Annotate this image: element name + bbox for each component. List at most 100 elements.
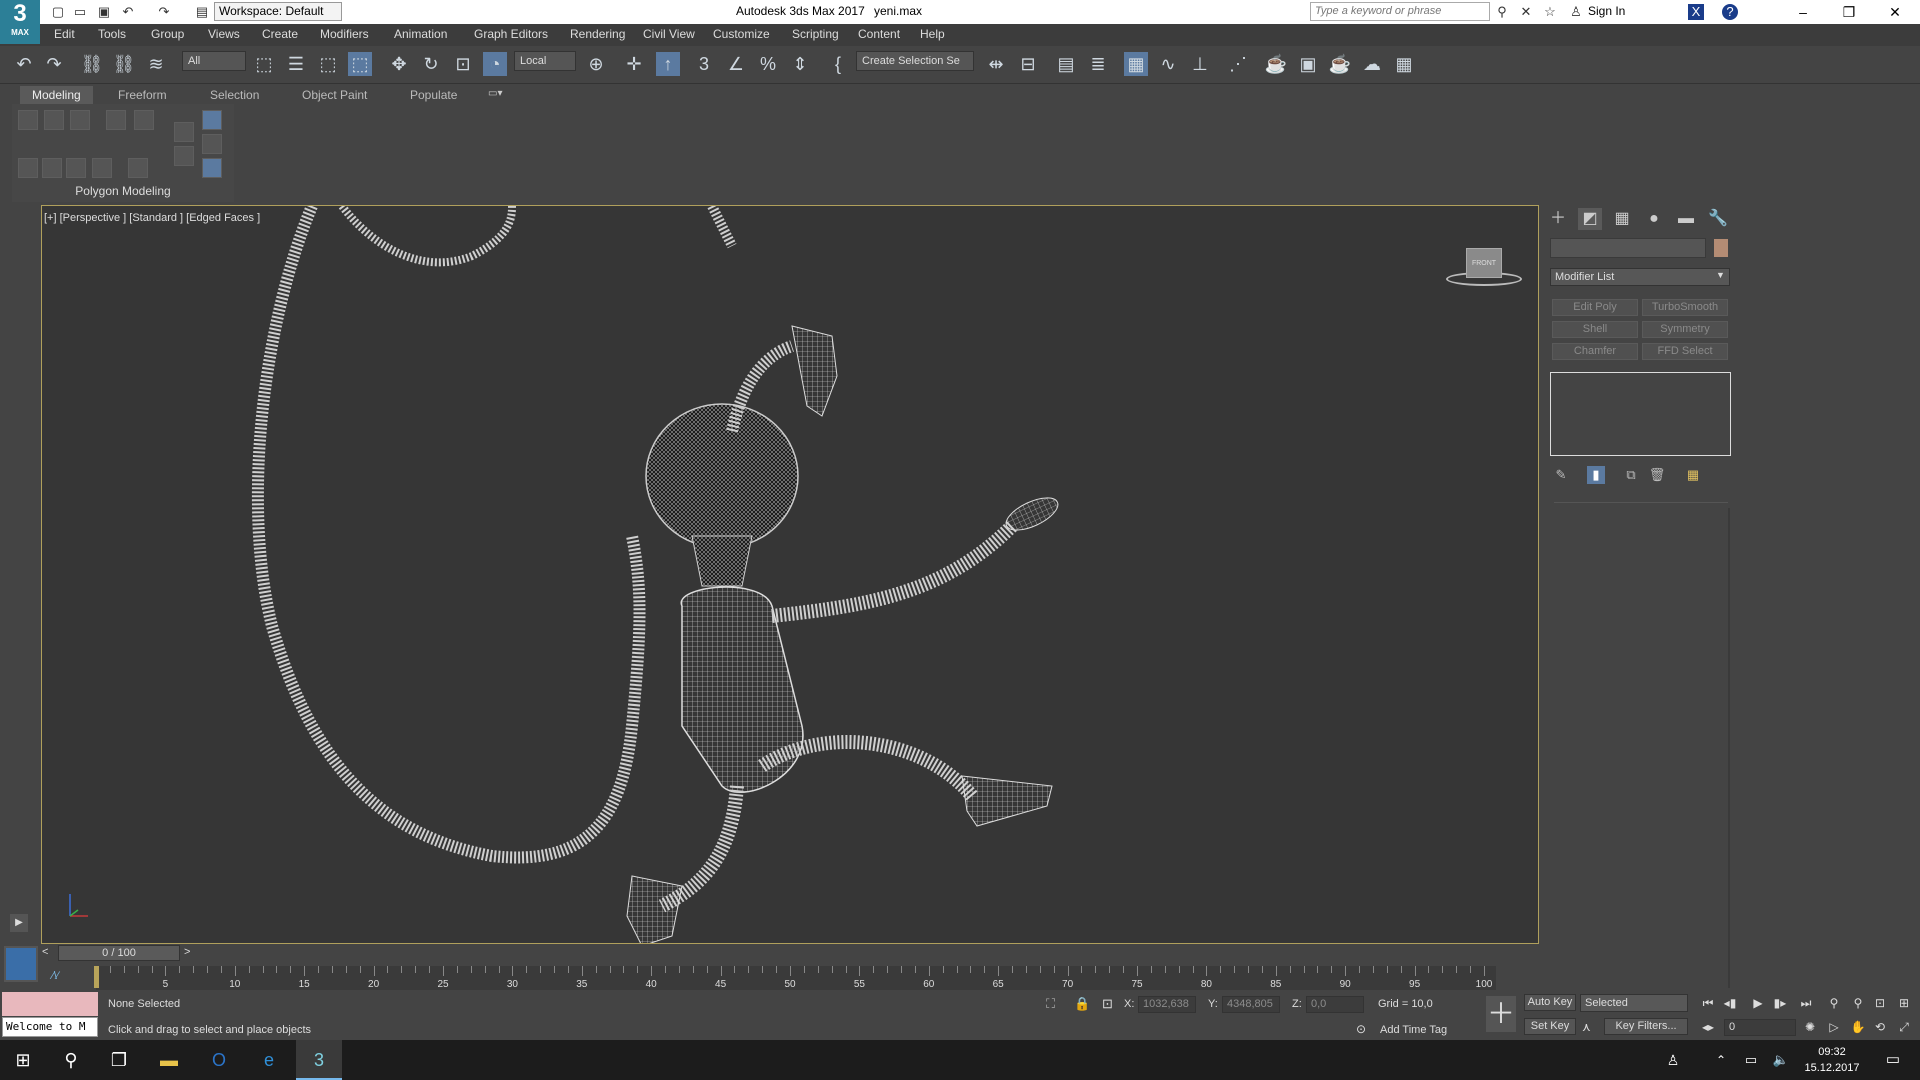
reference-coordinate-dropdown[interactable]: Local — [514, 51, 576, 71]
show-hidden-icons-icon[interactable]: ⌃ — [1706, 1040, 1736, 1080]
workspace-dropdown[interactable]: Workspace: Default — [214, 2, 342, 21]
start-windows-icon[interactable]: ⊞ — [0, 1040, 46, 1080]
utilities-tab-icon[interactable]: 🔧 — [1706, 208, 1730, 230]
vertex-mode-icon[interactable] — [18, 110, 38, 130]
remove-modifier-icon[interactable]: 🗑 — [1648, 466, 1666, 484]
repeat-last-icon[interactable] — [66, 158, 86, 178]
menu-graph-editors[interactable]: Graph Editors — [474, 27, 548, 41]
help-icon[interactable]: ? — [1722, 4, 1738, 20]
menu-modifiers[interactable]: Modifiers — [320, 27, 369, 41]
outlook-icon[interactable]: O — [196, 1040, 242, 1080]
play-icon[interactable]: ▶ — [1748, 994, 1768, 1012]
scale-icon[interactable]: ⊡ — [451, 52, 475, 76]
keyboard-shortcut-override-icon[interactable]: ↑ — [656, 52, 680, 76]
next-frame-icon[interactable]: ▮▸ — [1770, 994, 1790, 1012]
snaps-toggle-icon[interactable]: 3 — [692, 52, 716, 76]
object-name-field[interactable] — [1550, 238, 1706, 258]
ribbon-tab-modeling[interactable]: Modeling — [20, 86, 93, 104]
hierarchy-tab-icon[interactable]: ▦ — [1610, 208, 1634, 230]
network-icon[interactable]: ▭ — [1736, 1040, 1766, 1080]
material-editor-icon[interactable]: ⋰ — [1226, 52, 1250, 76]
named-selection-set-dropdown[interactable]: Create Selection Se — [856, 51, 974, 71]
polygon-modeling-panel-label[interactable]: Polygon Modeling — [12, 184, 234, 198]
undo-icon[interactable]: ↶ — [12, 52, 36, 76]
menu-customize[interactable]: Customize — [713, 27, 770, 41]
modifier-stack-list[interactable] — [1550, 372, 1731, 456]
menu-content[interactable]: Content — [858, 27, 900, 41]
align-icon[interactable]: ⊟ — [1016, 52, 1040, 76]
layer-explorer-icon[interactable]: ≣ — [1086, 52, 1110, 76]
show-end-result-icon[interactable] — [202, 134, 222, 154]
show-end-result-icon[interactable]: ▮ — [1587, 466, 1605, 484]
perspective-viewport[interactable] — [41, 205, 1539, 944]
unlink-icon[interactable]: ⛓ — [112, 52, 136, 76]
link-icon[interactable]: ⛓ — [80, 52, 104, 76]
maxscript-output[interactable]: Welcome to M — [2, 1017, 98, 1037]
rendered-frame-window-icon[interactable]: ▣ — [1296, 52, 1320, 76]
scene-explorer-icon[interactable]: ▤ — [1054, 52, 1078, 76]
menu-scripting[interactable]: Scripting — [792, 27, 839, 41]
track-playhead[interactable] — [94, 966, 99, 988]
modifier-list-dropdown[interactable]: Modifier List — [1550, 268, 1730, 286]
absolute-mode-icon[interactable]: ⊡ — [1102, 996, 1113, 1012]
modifier-symmetry-button[interactable]: Symmetry — [1642, 321, 1728, 338]
viewcube[interactable]: FRONT — [1446, 244, 1522, 290]
menu-group[interactable]: Group — [151, 27, 184, 41]
redo-quick-icon[interactable]: ↷ — [156, 4, 172, 20]
undo-quick-icon[interactable]: ↶ — [120, 4, 136, 20]
spinner-snap-icon[interactable]: ⇕ — [788, 52, 812, 76]
user-icon[interactable]: ♙ — [1568, 4, 1584, 20]
viewport-label-menu[interactable]: [+] [Perspective ] [Standard ] [Edged Fa… — [44, 212, 260, 224]
toggle-curve-editor-icon[interactable]: ∕\∕ — [52, 970, 59, 982]
help-search-input[interactable]: Type a keyword or phrase — [1310, 2, 1490, 21]
placement-icon[interactable]: ◔ — [483, 52, 507, 76]
move-icon[interactable]: ✥ — [387, 52, 411, 76]
favorites-star-icon[interactable]: ☆ — [1542, 4, 1558, 20]
edge-mode-icon[interactable] — [44, 110, 64, 130]
set-key-button[interactable]: Set Key — [1524, 1018, 1576, 1035]
people-icon[interactable]: ♙ — [1658, 1040, 1688, 1080]
render-production-icon[interactable]: ☕ — [1328, 52, 1352, 76]
pin-stack-icon[interactable] — [202, 110, 222, 130]
default-in-out-tangent-icon[interactable]: ⋏ — [1582, 1020, 1591, 1034]
border-mode-icon[interactable] — [70, 110, 90, 130]
minimize-icon[interactable]: – — [1780, 0, 1826, 24]
make-unique-icon[interactable]: ⧉ — [1622, 466, 1640, 484]
preserve-uvs-icon[interactable] — [42, 158, 62, 178]
time-slider-prev-icon[interactable]: < — [42, 946, 48, 958]
select-object-icon[interactable]: ⬚ — [252, 52, 276, 76]
task-view-icon[interactable]: ❐ — [96, 1040, 142, 1080]
viewcube-front-face[interactable]: FRONT — [1466, 248, 1502, 278]
action-center-icon[interactable]: ▭ — [1870, 1040, 1916, 1080]
ribbon-tab-freeform[interactable]: Freeform — [106, 86, 179, 104]
go-to-end-icon[interactable]: ⏭ — [1796, 994, 1816, 1012]
selection-filter-dropdown[interactable]: All — [182, 51, 246, 71]
menu-tools[interactable]: Tools — [98, 27, 126, 41]
time-slider-next-icon[interactable]: > — [184, 946, 190, 958]
zoom-icon[interactable]: ⚲ — [1824, 994, 1844, 1012]
stack-divider[interactable] — [1554, 502, 1728, 503]
select-by-name-icon[interactable]: ☰ — [284, 52, 308, 76]
field-of-view-icon[interactable]: ▷ — [1824, 1018, 1844, 1036]
menu-views[interactable]: Views — [208, 27, 240, 41]
modifier-shell-button[interactable]: Shell — [1552, 321, 1638, 338]
configure-modifier-sets-icon[interactable]: ▦ — [1684, 466, 1702, 484]
key-set-dropdown[interactable]: Selected — [1580, 994, 1688, 1012]
menu-animation[interactable]: Animation — [394, 27, 447, 41]
orbit-icon[interactable]: ⟲ — [1870, 1018, 1890, 1036]
zoom-extents-icon[interactable]: ⊡ — [1870, 994, 1890, 1012]
display-tab-icon[interactable]: ▬ — [1674, 208, 1698, 230]
restore-icon[interactable]: ❐ — [1826, 0, 1872, 24]
select-manipulate-icon[interactable]: ✛ — [622, 52, 646, 76]
zoom-extents-all-icon[interactable]: ⊞ — [1894, 994, 1914, 1012]
create-tab-icon[interactable]: ＋ — [1546, 208, 1570, 230]
key-filters-button[interactable]: Key Filters... — [1604, 1018, 1688, 1035]
new-file-icon[interactable]: ▢ — [50, 4, 66, 20]
ribbon-tab-selection[interactable]: Selection — [198, 86, 271, 104]
search-icon[interactable]: ⚲ — [48, 1040, 94, 1080]
go-to-start-icon[interactable]: ⏮ — [1698, 994, 1718, 1012]
time-configuration-icon[interactable]: ✺ — [1800, 1018, 1820, 1036]
ignore-backfacing-icon[interactable] — [202, 158, 222, 178]
current-frame-field[interactable]: 0 — [1724, 1019, 1796, 1036]
key-mode-toggle-icon[interactable]: ◂▸ — [1698, 1018, 1718, 1036]
